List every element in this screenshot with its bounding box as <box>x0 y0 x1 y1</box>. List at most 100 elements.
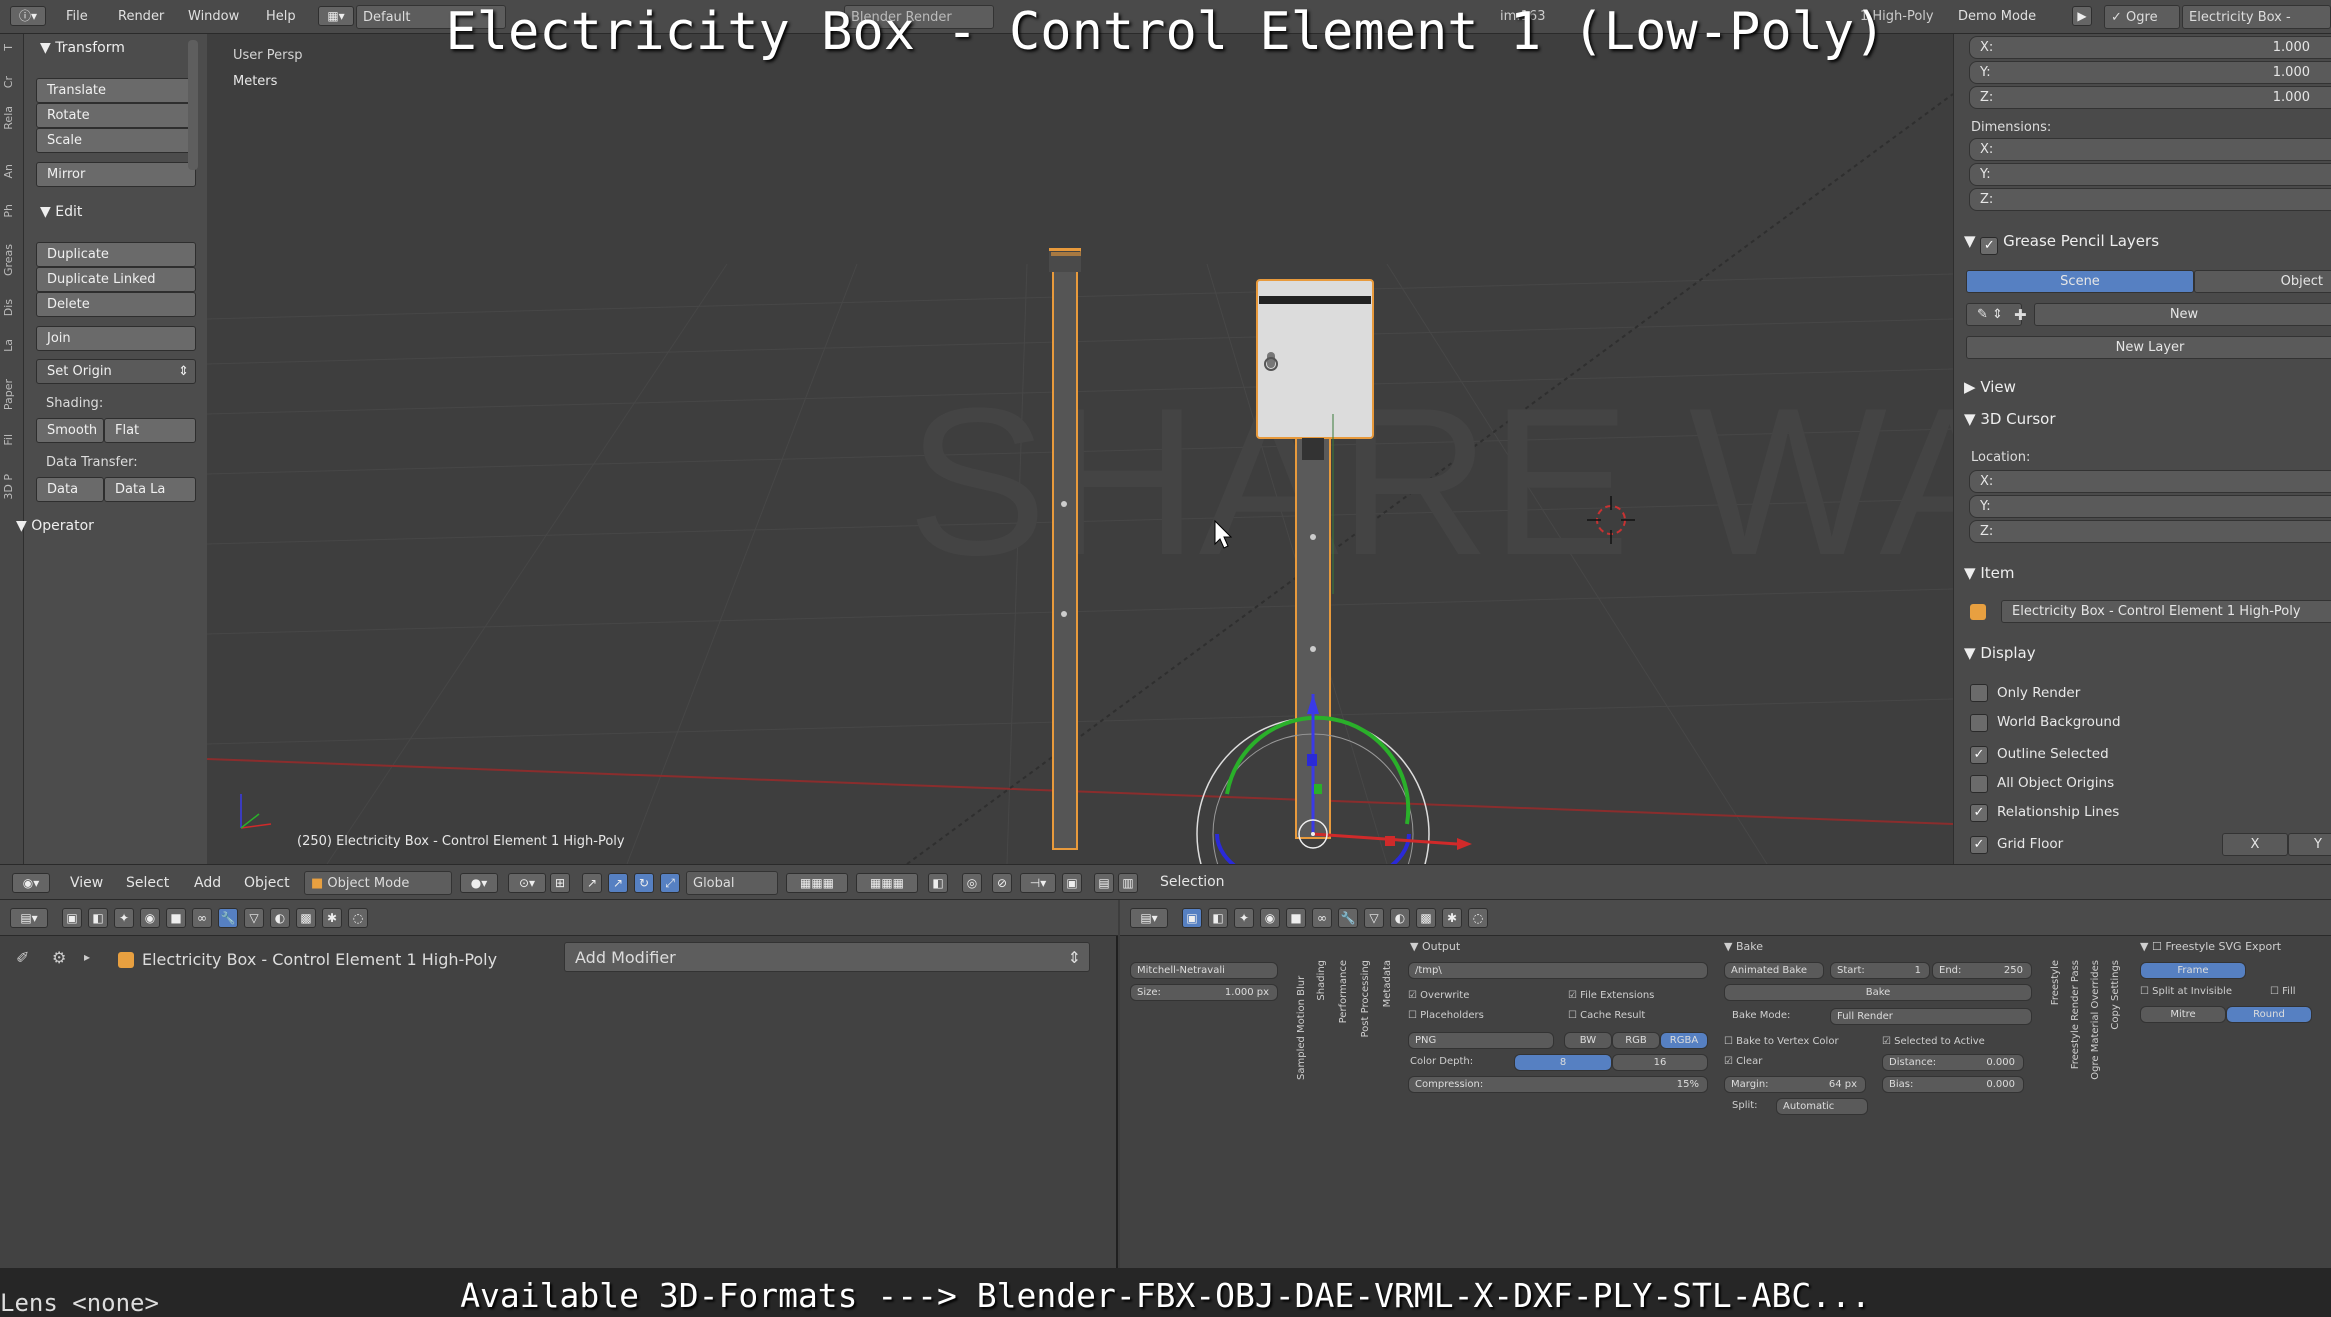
performance-panel[interactable]: Performance <box>1338 960 1349 1023</box>
metadata-panel[interactable]: Metadata <box>1382 960 1393 1007</box>
tab-display[interactable]: Dis <box>2 299 22 316</box>
lock-layer-icon[interactable]: ◧ <box>928 873 948 893</box>
modifiers-tab-icon[interactable]: 🔧 <box>218 908 238 928</box>
grid-floor-checkbox[interactable]: ✓ <box>1970 836 1988 854</box>
translate-button[interactable]: Translate <box>36 78 196 103</box>
compression-slider[interactable]: Compression: 15% <box>1408 1076 1708 1093</box>
bw-toggle[interactable]: BW <box>1564 1032 1612 1049</box>
orientation-select[interactable]: Global <box>686 871 778 895</box>
data-layout-button[interactable]: Data La <box>104 477 196 502</box>
ogre-overrides-panel[interactable]: Ogre Material Overrides <box>2090 960 2101 1080</box>
join-button[interactable]: Join <box>36 326 196 351</box>
output-panel-header[interactable]: ▼ Output <box>1410 940 1460 953</box>
data-tab-icon[interactable]: ▽ <box>244 908 264 928</box>
viewport-shading-icon[interactable]: ●▾ <box>460 873 498 893</box>
mirror-button[interactable]: Mirror <box>36 162 196 187</box>
constraints-tab-icon[interactable]: ∞ <box>192 908 212 928</box>
3d-viewport[interactable]: SHARE WARE <box>207 34 1953 864</box>
bake-vertex-checkbox[interactable]: ☐ Bake to Vertex Color <box>1724 1036 1839 1047</box>
cursor-panel-header[interactable]: ▼ 3D Cursor <box>1964 410 2055 428</box>
modifiers-tab-icon[interactable]: 🔧 <box>1338 908 1358 928</box>
bake-end-field[interactable]: End: 250 <box>1932 962 2032 979</box>
camera-icon[interactable]: ▥ <box>1118 873 1138 893</box>
object-name-field[interactable]: Electricity Box - Control Element 1 High… <box>2001 600 2331 623</box>
render-tab-icon[interactable]: ▣ <box>1182 908 1202 928</box>
render-layers-tab-icon[interactable]: ◧ <box>88 908 108 928</box>
menu-select[interactable]: Select <box>126 875 169 891</box>
scale-y-field[interactable]: Y: 1.000 <box>1969 61 2331 84</box>
smooth-button[interactable]: Smooth <box>36 418 104 443</box>
data-tab-icon[interactable]: ▽ <box>1364 908 1384 928</box>
mode-select[interactable]: ■ Object Mode <box>304 871 452 895</box>
selected-active-checkbox[interactable]: ☑ Selected to Active <box>1882 1036 1985 1047</box>
tab-3d-print[interactable]: 3D P <box>2 474 22 500</box>
shading-panel[interactable]: Shading <box>1316 960 1327 1001</box>
view-panel-header[interactable]: ▶ View <box>1964 378 2016 396</box>
grid-axis-x-toggle[interactable]: X <box>2222 833 2288 856</box>
tab-create[interactable]: Cr <box>2 76 22 88</box>
editor-type-icon[interactable]: ▤▾ <box>1130 908 1168 928</box>
object-tab-icon[interactable]: ■ <box>166 908 186 928</box>
edit-panel-header[interactable]: ▼ Edit <box>40 204 82 220</box>
bake-start-field[interactable]: Start: 1 <box>1830 962 1930 979</box>
flat-button[interactable]: Flat <box>104 418 196 443</box>
snap-element-icon[interactable]: ⊣▾ <box>1020 873 1056 893</box>
motion-blur-panel[interactable]: Sampled Motion Blur <box>1296 960 1307 1080</box>
split-select[interactable]: Automatic <box>1776 1098 1868 1115</box>
tab-object[interactable]: Object <box>2194 270 2331 293</box>
placeholders-checkbox[interactable]: ☐ Placeholders <box>1408 1010 1484 1021</box>
dimension-x-field[interactable]: X: <box>1969 138 2331 161</box>
world-background-checkbox[interactable] <box>1970 714 1988 732</box>
tab-relations[interactable]: Rela <box>2 106 22 130</box>
cursor-z-field[interactable]: Z: <box>1969 520 2331 543</box>
particles-tab-icon[interactable]: ✱ <box>1442 908 1462 928</box>
grease-pencil-header[interactable]: ▼ ✓ Grease Pencil Layers <box>1964 232 2159 255</box>
translate-manipulator-icon[interactable]: ↗ <box>582 873 602 893</box>
editor-type-icon[interactable]: ◉▾ <box>12 873 50 893</box>
cursor-y-field[interactable]: Y: <box>1969 495 2331 518</box>
menu-object[interactable]: Object <box>244 875 290 891</box>
animated-bake-toggle[interactable]: Animated Bake <box>1724 962 1824 979</box>
bake-mode-select[interactable]: Full Render <box>1830 1008 2032 1025</box>
all-object-origins-checkbox[interactable] <box>1970 775 1988 793</box>
tab-scene[interactable]: Scene <box>1966 270 2194 293</box>
tab-layers[interactable]: La <box>2 339 22 352</box>
bake-panel-header[interactable]: ▼ Bake <box>1724 940 1763 953</box>
operator-panel-header[interactable]: ▼ Operator <box>16 518 94 534</box>
depth-16-toggle[interactable]: 16 <box>1612 1054 1708 1071</box>
freestyle-pass-panel[interactable]: Freestyle Render Pass <box>2070 960 2081 1069</box>
manipulator-icon[interactable]: ⊞ <box>550 873 570 893</box>
only-render-checkbox[interactable] <box>1970 684 1988 702</box>
pin-icon[interactable]: ✐ <box>16 948 29 967</box>
object-tab-icon[interactable]: ■ <box>1286 908 1306 928</box>
item-panel-header[interactable]: ▼ Item <box>1964 564 2014 582</box>
material-tab-icon[interactable]: ◐ <box>270 908 290 928</box>
filter-size-field[interactable]: Size: 1.000 px <box>1130 984 1278 1001</box>
world-tab-icon[interactable]: ◉ <box>1260 908 1280 928</box>
delete-button[interactable]: Delete <box>36 292 196 317</box>
bake-clear-checkbox[interactable]: ☑ Clear <box>1724 1056 1762 1067</box>
physics-tab-icon[interactable]: ◌ <box>348 908 368 928</box>
material-tab-icon[interactable]: ◐ <box>1390 908 1410 928</box>
tab-paper[interactable]: Paper <box>2 379 22 410</box>
snap-icon[interactable]: ⊘ <box>992 873 1012 893</box>
render-layers-tab-icon[interactable]: ◧ <box>1208 908 1228 928</box>
constraints-tab-icon[interactable]: ∞ <box>1312 908 1332 928</box>
grid-axis-y-toggle[interactable]: Y <box>2288 833 2331 856</box>
file-format-select[interactable]: PNG <box>1408 1032 1554 1049</box>
electricity-box-model[interactable] <box>1049 248 1081 850</box>
rgba-toggle[interactable]: RGBA <box>1660 1032 1708 1049</box>
margin-field[interactable]: Margin: 64 px <box>1724 1076 1866 1093</box>
add-icon[interactable]: ✚ <box>2014 306 2027 324</box>
svg-frame-toggle[interactable]: Frame <box>2140 962 2246 979</box>
depth-8-toggle[interactable]: 8 <box>1514 1054 1612 1071</box>
layers-grid-1-icon[interactable]: ▦▦▦ <box>786 873 848 893</box>
cursor-x-field[interactable]: X: <box>1969 470 2331 493</box>
scale-button[interactable]: Scale <box>36 128 196 153</box>
particles-tab-icon[interactable]: ✱ <box>322 908 342 928</box>
output-path-field[interactable]: /tmp\ <box>1408 962 1708 979</box>
new-grease-button[interactable]: New <box>2034 303 2331 326</box>
cache-result-checkbox[interactable]: ☐ Cache Result <box>1568 1010 1645 1021</box>
rotate-manipulator-icon[interactable]: ↻ <box>634 873 654 893</box>
dimension-y-field[interactable]: Y: <box>1969 163 2331 186</box>
